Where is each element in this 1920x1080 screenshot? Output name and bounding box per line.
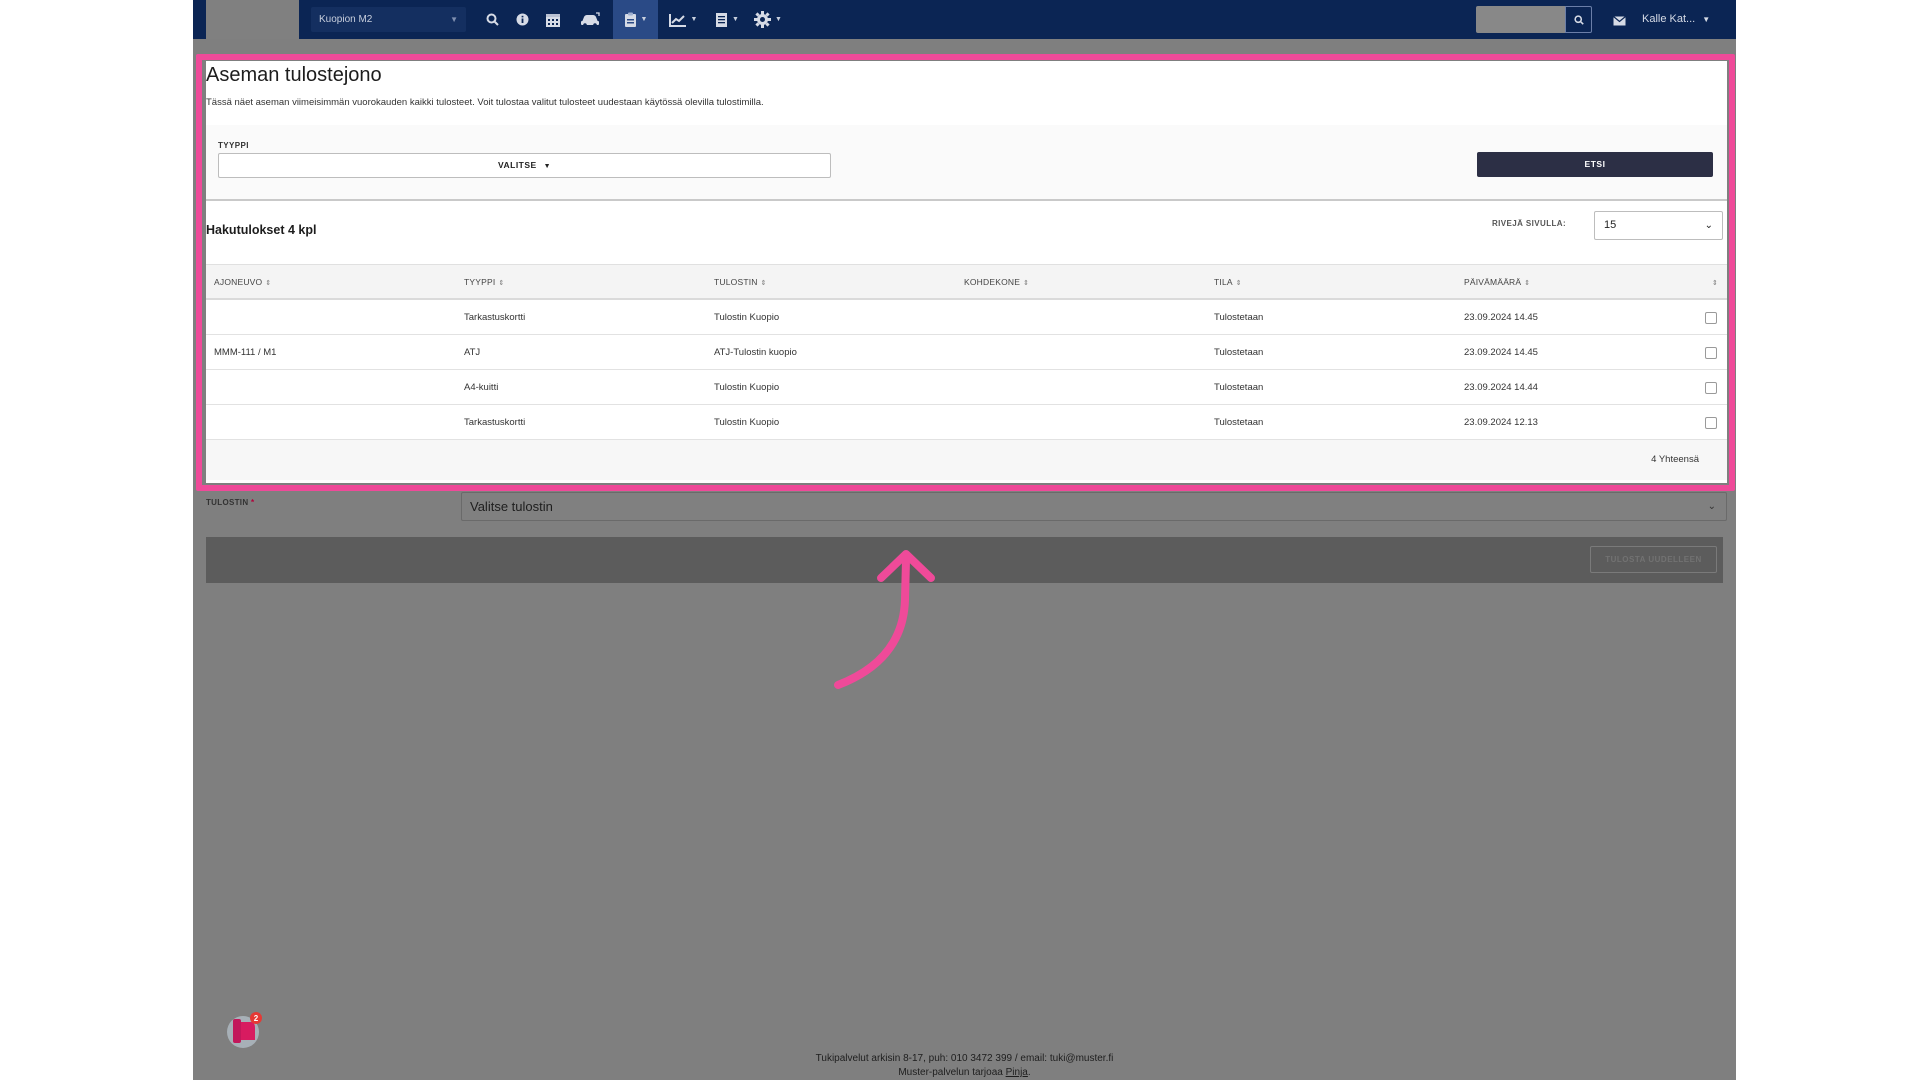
user-menu[interactable]: Kalle Kat... ▼	[1642, 0, 1710, 39]
calendar-icon[interactable]	[539, 0, 567, 39]
printer-select-value: Valitse tulostin	[470, 499, 553, 514]
chevron-down-icon: ▼	[1702, 15, 1711, 24]
gear-icon[interactable]: ▼	[750, 0, 786, 39]
mail-icon[interactable]	[1613, 11, 1626, 32]
navbar-search-button[interactable]	[1565, 6, 1592, 33]
user-name: Kalle Kat...	[1642, 13, 1696, 25]
pinja-link[interactable]: Pinja	[1006, 1067, 1028, 1078]
info-icon[interactable]	[510, 0, 534, 39]
footer-support: Tukipalvelut arkisin 8-17, puh: 010 3472…	[815, 1053, 1114, 1064]
search-icon	[1573, 14, 1584, 25]
chart-icon[interactable]: ▼	[664, 0, 702, 39]
footer: Tukipalvelut arkisin 8-17, puh: 010 3472…	[193, 1052, 1736, 1080]
annotation-arrow-icon	[834, 550, 935, 689]
station-select-value: Kuopion M2	[319, 14, 373, 25]
printer-select[interactable]: Valitse tulostin ⌄	[461, 492, 1727, 521]
navbar-search-input[interactable]	[1476, 6, 1566, 33]
search-icon[interactable]	[480, 0, 504, 39]
printer-label: TULOSTIN *	[206, 498, 255, 507]
chevron-down-icon: ⌄	[1707, 501, 1716, 512]
highlight-frame	[196, 54, 1735, 491]
top-navbar: Kuopion M2 ▼ ▼ ▼ ▼ ▼ Kalle Kat... ▼	[193, 0, 1736, 39]
footer-provider: Muster-palvelun tarjoaa Pinja.	[898, 1067, 1031, 1078]
chat-badge-count: 2	[254, 1014, 259, 1023]
logo[interactable]	[206, 0, 299, 39]
chevron-down-icon: ▼	[450, 15, 458, 24]
action-bar: TULOSTA UUDELLEEN	[206, 537, 1723, 583]
clipboard-icon[interactable]: ▼	[613, 0, 658, 39]
app-window: Kuopion M2 ▼ ▼ ▼ ▼ ▼ Kalle Kat... ▼ TULO…	[193, 0, 1736, 1080]
chat-widget-icon[interactable]: 2	[225, 1010, 265, 1050]
car-icon[interactable]	[575, 0, 605, 39]
document-icon[interactable]: ▼	[711, 0, 743, 39]
reprint-button[interactable]: TULOSTA UUDELLEEN	[1590, 546, 1717, 573]
station-select[interactable]: Kuopion M2 ▼	[311, 7, 466, 32]
